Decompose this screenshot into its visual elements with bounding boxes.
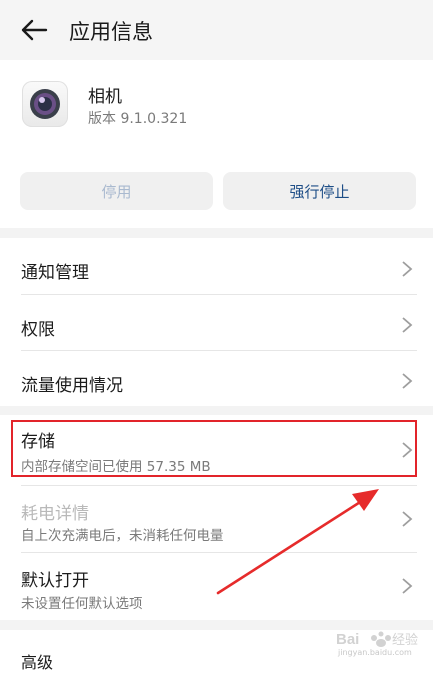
force-stop-button[interactable]: 强行停止 [223, 172, 416, 210]
open-by-default-label: 默认打开 [21, 571, 89, 591]
open-by-default-text: 未设置任何默认选项 [21, 596, 143, 612]
arrow-left-icon[interactable] [20, 18, 48, 42]
camera-app-icon [22, 81, 68, 127]
notifications-label: 通知管理 [21, 263, 89, 283]
advanced-label: 高级 [21, 653, 54, 672]
chevron-right-icon [402, 578, 413, 594]
svg-text:Bai: Bai [336, 631, 359, 648]
app-name: 相机 [88, 87, 122, 107]
battery-details-text: 自上次充满电后，未消耗任何电量 [21, 528, 224, 544]
list-item-open-by-default[interactable]: 默认打开 未设置任何默认选项 [0, 553, 433, 620]
settings-group-1: 通知管理 权限 流量使用情况 [0, 238, 433, 406]
list-item-notifications[interactable]: 通知管理 [0, 238, 433, 294]
list-item-battery-details[interactable]: 耗电详情 自上次充满电后，未消耗任何电量 [0, 486, 433, 552]
data-usage-label: 流量使用情况 [21, 376, 123, 396]
disable-button[interactable]: 停用 [20, 172, 213, 210]
permissions-label: 权限 [21, 320, 55, 340]
svg-text:经验: 经验 [392, 632, 418, 647]
chevron-right-icon [402, 261, 413, 277]
app-version: 版本 9.1.0.321 [88, 111, 188, 127]
top-bar: 应用信息 [0, 0, 433, 60]
chevron-right-icon [402, 373, 413, 389]
page-title: 应用信息 [69, 20, 153, 44]
camera-lens-icon [30, 89, 60, 119]
chevron-right-icon [402, 511, 413, 527]
highlight-box [11, 420, 417, 477]
battery-details-label: 耗电详情 [21, 504, 89, 524]
app-info-card: 相机 版本 9.1.0.321 停用 强行停止 [0, 60, 433, 228]
watermark-url: jingyan.baidu.com [338, 648, 412, 657]
list-item-data-usage[interactable]: 流量使用情况 [0, 351, 433, 406]
list-item-permissions[interactable]: 权限 [0, 295, 433, 350]
chevron-right-icon [402, 317, 413, 333]
